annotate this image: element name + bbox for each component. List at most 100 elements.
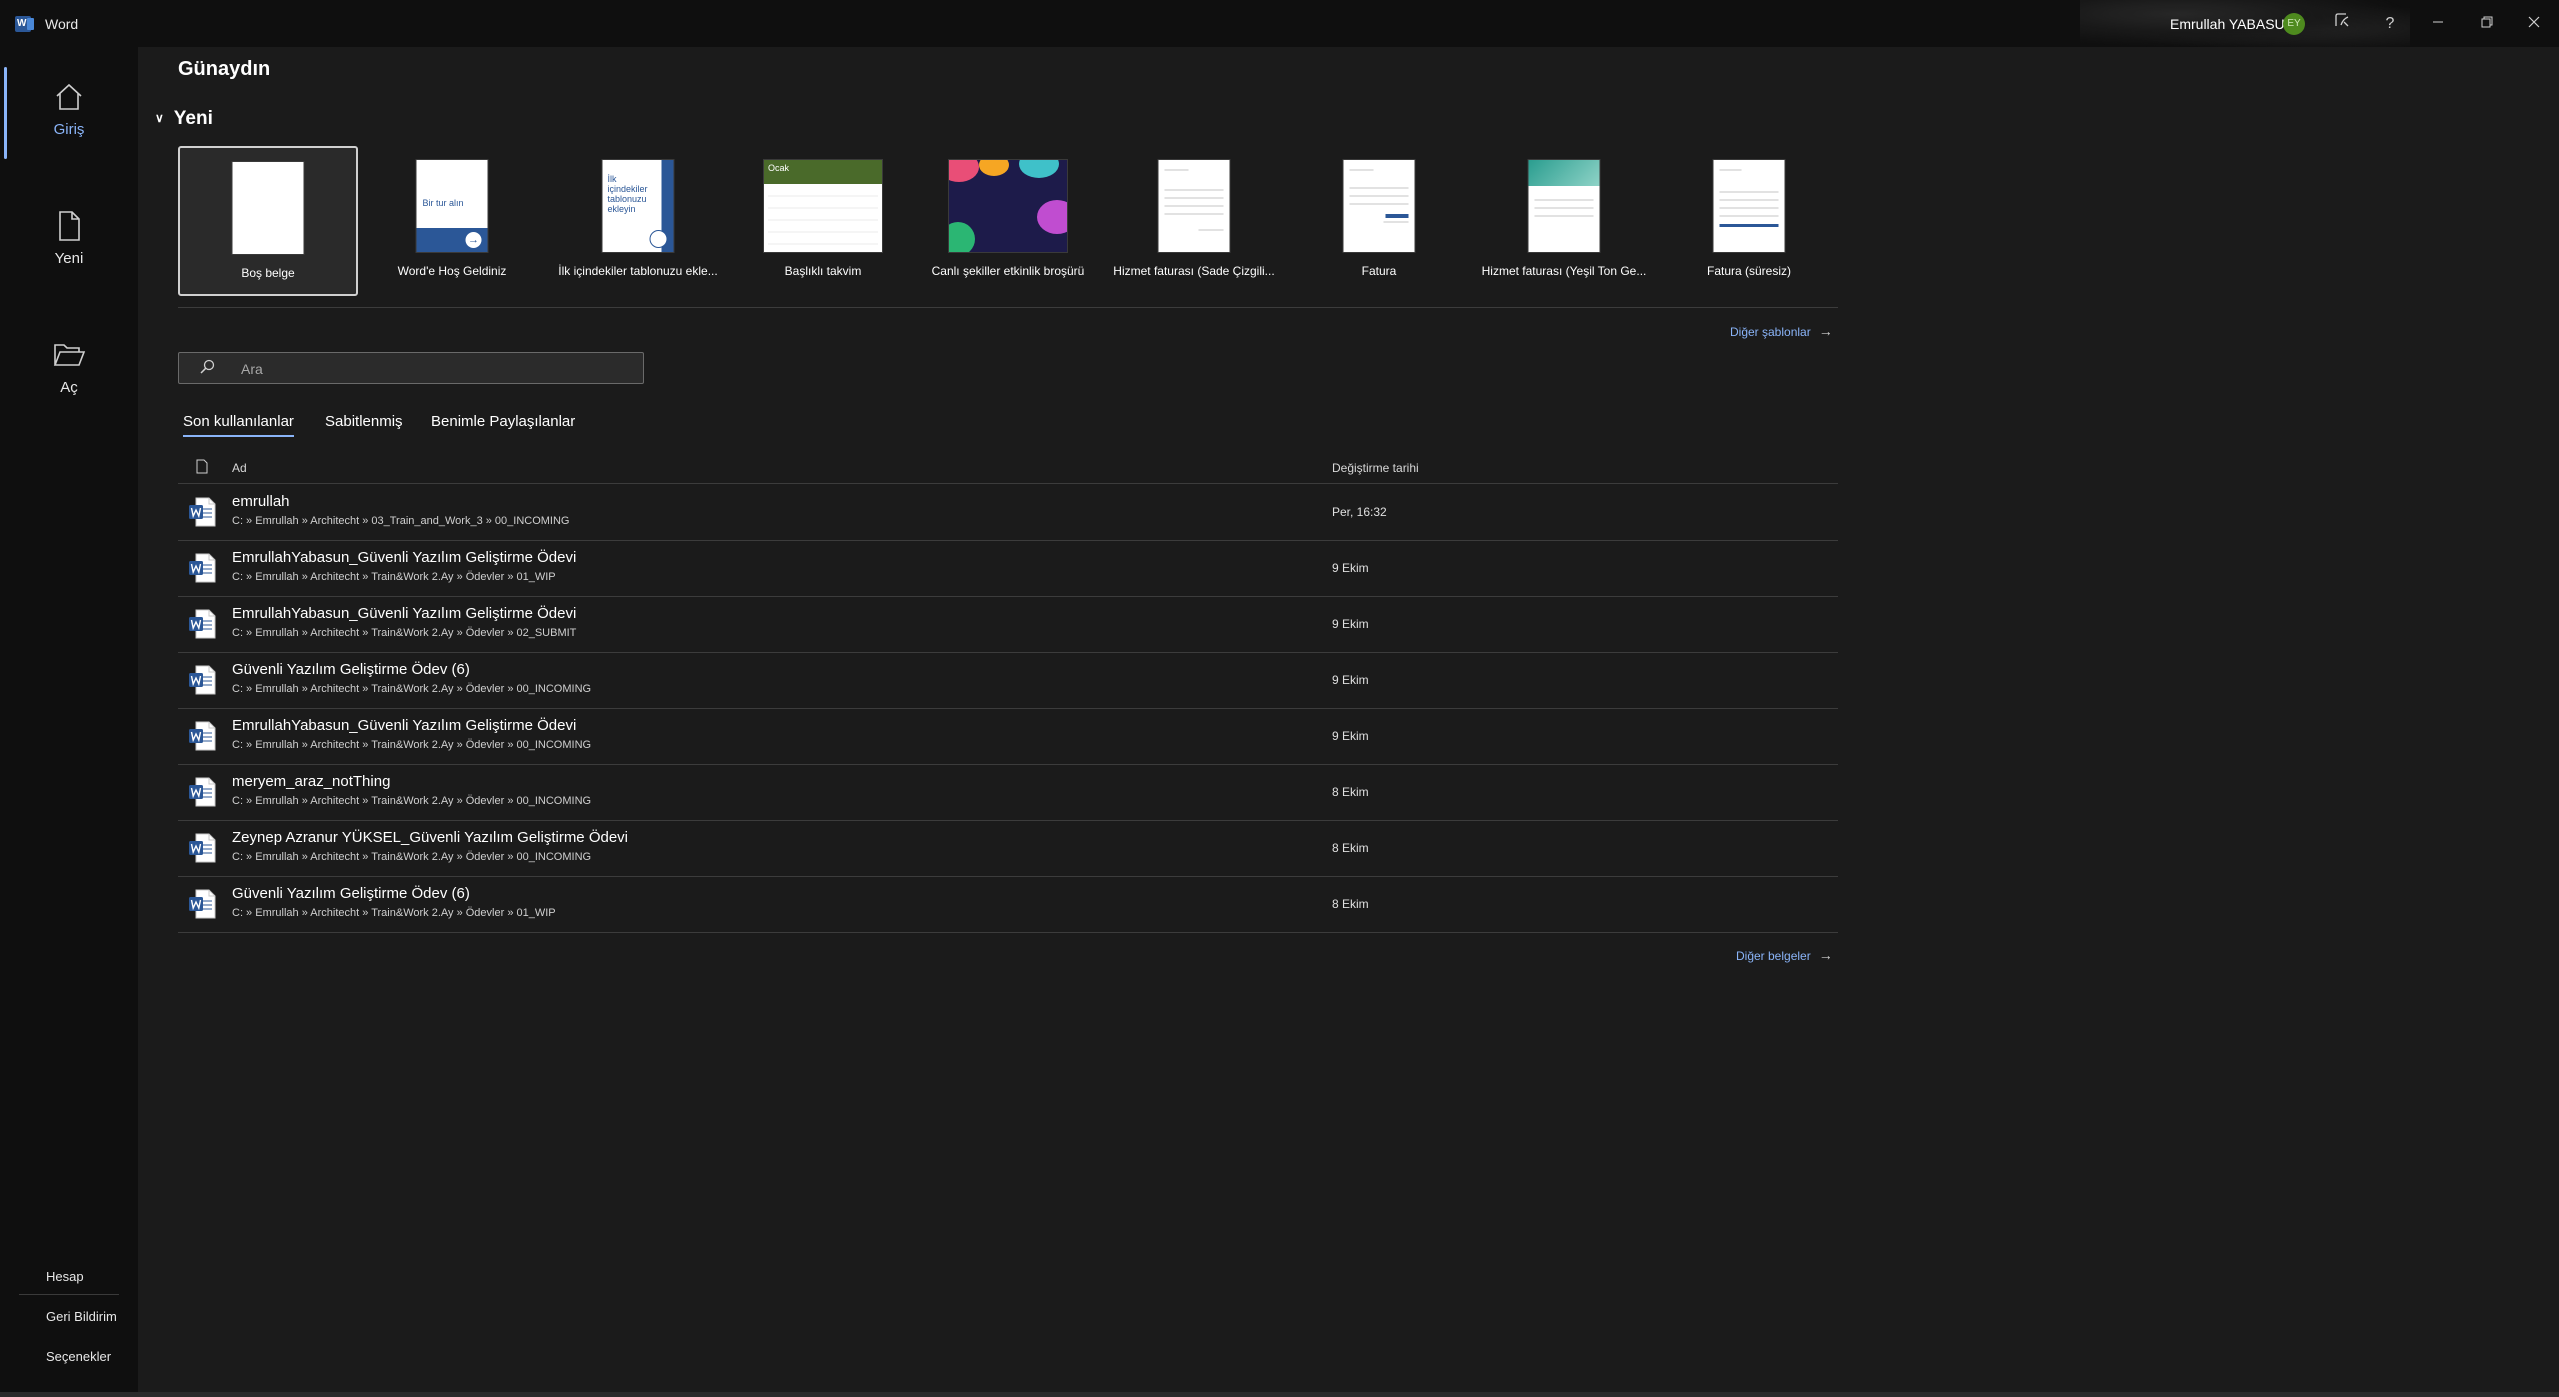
tab-recent[interactable]: Son kullanılanlar [183,413,294,437]
file-name[interactable]: emrullah [232,493,290,510]
template-thumb-text: Bir tur alın [422,198,464,208]
new-document-icon [59,211,80,241]
arrow-right-icon: → [1818,947,1833,963]
template-label: Hizmet faturası (Yeşil Ton Ge... [1481,264,1647,278]
file-modified-date: 8 Ekim [1332,785,1369,799]
restore-icon[interactable] [2474,11,2500,37]
file-name[interactable]: EmrullahYabasun_Güvenli Yazılım Geliştir… [232,549,576,566]
avatar[interactable]: EY [2283,13,2305,35]
nav-divider [19,1294,119,1295]
new-section-toggle[interactable]: ∨ Yeni [155,108,213,130]
file-modified-date: Per, 16:32 [1332,505,1387,519]
template-label: Fatura (süresiz) [1706,264,1792,278]
file-path: C: » Emrullah » Architecht » Train&Work … [232,795,592,807]
folder-open-icon [53,344,86,366]
word-document-icon [189,833,216,863]
template-label: Boş belge [241,266,295,280]
file-type-icon [196,459,208,474]
more-templates-link[interactable]: Diğer şablonlar → [1730,323,1833,339]
nav-link-account[interactable]: Hesap [46,1269,84,1284]
template-service-invoice-green[interactable]: Hizmet faturası (Yeşil Ton Ge... [1474,146,1654,296]
column-header-name[interactable]: Ad [232,461,247,475]
help-icon[interactable]: ? [2377,11,2403,37]
file-row[interactable]: EmrullahYabasun_Güvenli Yazılım Geliştir… [178,540,1838,597]
word-document-icon [189,665,216,695]
nav-link-options[interactable]: Seçenekler [46,1349,111,1364]
close-icon[interactable] [2521,11,2547,37]
nav-label-open: Aç [60,379,78,396]
file-row[interactable]: meryem_araz_notThing C: » Emrullah » Arch… [178,764,1838,821]
nav-item-open[interactable]: Aç [0,321,138,421]
tab-pinned[interactable]: Sabitlenmiş [325,413,403,430]
file-path: C: » Emrullah » Architecht » Train&Work … [232,739,592,751]
file-modified-date: 8 Ekim [1332,841,1369,855]
file-name[interactable]: EmrullahYabasun_Güvenli Yazılım Geliştir… [232,605,576,622]
new-section-label: Yeni [173,108,213,129]
template-label: Hizmet faturası (Sade Çizgili... [1113,264,1275,278]
file-path: C: » Emrullah » Architecht » Train&Work … [232,627,577,639]
search-input[interactable] [239,357,623,381]
file-row[interactable]: Zeynep Azranur YÜKSEL_Güvenli Yazılım Ge… [178,820,1838,877]
tab-shared-with-me[interactable]: Benimle Paylaşılanlar [431,413,575,430]
file-name[interactable]: meryem_araz_notThing [232,773,390,790]
file-row[interactable]: EmrullahYabasun_Güvenli Yazılım Geliştir… [178,596,1838,653]
more-documents-label: Diğer belgeler [1736,949,1811,963]
template-brochure[interactable]: Canlı şekiller etkinlik broşürü [918,146,1098,296]
templates-divider [178,307,1838,308]
template-invoice-timeless[interactable]: Fatura (süresiz) [1659,146,1839,296]
title-bar: W Word Emrullah YABASUN EY ? [0,0,2559,47]
app-title: Word [45,16,79,32]
nav-link-feedback[interactable]: Geri Bildirim [46,1309,117,1324]
search-box[interactable] [178,352,644,384]
template-label: Word'e Hoş Geldiniz [397,264,507,278]
page-title: Günaydın [178,58,271,80]
minimize-icon[interactable] [2425,11,2451,37]
template-blank-document[interactable]: Boş belge [178,146,358,296]
word-document-icon [189,889,216,919]
template-thumbnail [232,162,304,254]
template-invoice[interactable]: Fatura [1289,146,1469,296]
file-name[interactable]: Güvenli Yazılım Geliştirme Ödev (6) [232,661,470,678]
coauthor-icon[interactable] [2329,11,2355,37]
template-thumbnail [1528,160,1600,252]
file-name[interactable]: EmrullahYabasun_Güvenli Yazılım Geliştir… [232,717,576,734]
file-path: C: » Emrullah » Architecht » Train&Work … [232,851,592,863]
file-modified-date: 9 Ekim [1332,673,1369,687]
template-thumbnail: Ocak [764,160,882,252]
file-row[interactable]: Güvenli Yazılım Geliştirme Ödev (6) C: » … [178,876,1838,933]
template-welcome[interactable]: Bir tur alın → Word'e Hoş Geldiniz [362,146,542,296]
file-name[interactable]: Zeynep Azranur YÜKSEL_Güvenli Yazılım Ge… [232,829,628,846]
column-header-date[interactable]: Değiştirme tarihi [1332,461,1419,475]
arrow-right-icon: → [1818,323,1833,339]
more-documents-link[interactable]: Diğer belgeler → [1736,947,1833,963]
file-row[interactable]: Güvenli Yazılım Geliştirme Ödev (6) C: » … [178,652,1838,709]
user-name[interactable]: Emrullah YABASUN [2170,16,2295,32]
file-path: C: » Emrullah » Architecht » 03_Train_an… [232,515,570,527]
template-label: Canlı şekiller etkinlik broşürü [931,264,1085,278]
file-path: C: » Emrullah » Architecht » Train&Work … [232,683,592,695]
file-row[interactable]: EmrullahYabasun_Güvenli Yazılım Geliştir… [178,708,1838,765]
file-modified-date: 9 Ekim [1332,617,1369,631]
nav-item-home[interactable]: Giriş [0,63,138,163]
template-toc[interactable]: İlk içindekiler tablonuzu ekleyin İlk iç… [548,146,728,296]
more-templates-label: Diğer şablonlar [1730,325,1811,339]
word-document-icon [189,721,216,751]
word-document-icon [189,553,216,583]
nav-item-new[interactable]: Yeni [0,192,138,292]
template-thumbnail: İlk içindekiler tablonuzu ekleyin [602,160,674,252]
file-path: C: » Emrullah » Architecht » Train&Work … [232,907,556,919]
template-thumbnail: Bir tur alın → [416,160,488,252]
file-name[interactable]: Güvenli Yazılım Geliştirme Ödev (6) [232,885,470,902]
file-row[interactable]: emrullah C: » Emrullah » Architecht » 03_… [178,484,1838,541]
file-modified-date: 8 Ekim [1332,897,1369,911]
template-thumbnail [949,160,1067,252]
search-icon [200,359,215,374]
word-logo-icon: W [15,16,34,32]
template-service-invoice-plain[interactable]: Hizmet faturası (Sade Çizgili... [1104,146,1284,296]
template-thumbnail [1713,160,1785,252]
word-document-icon [189,609,216,639]
template-calendar[interactable]: Ocak Başlıklı takvim [733,146,913,296]
template-label: İlk içindekiler tablonuzu ekle... [558,264,718,278]
file-list-header: Ad Değiştirme tarihi [178,455,1838,484]
file-modified-date: 9 Ekim [1332,729,1369,743]
